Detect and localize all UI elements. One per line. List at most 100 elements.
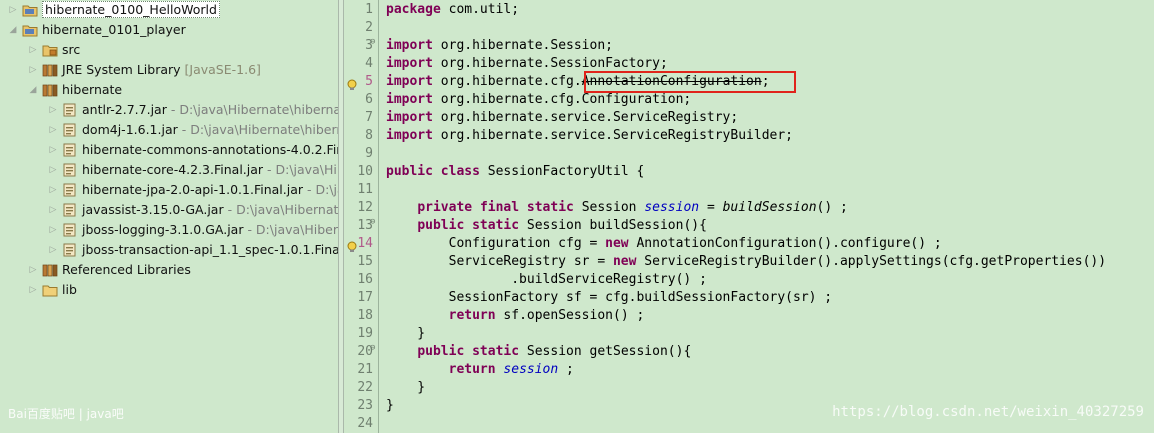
line-number: 17 (357, 290, 373, 305)
tree-item[interactable]: ◢ hibernate (0, 80, 338, 100)
tree-item[interactable]: ▷ jboss-transaction-api_1.1_spec-1.0.1.Fi… (0, 240, 338, 260)
collapsed-twisty-icon[interactable]: ▷ (48, 220, 58, 240)
line-number: 16 (357, 272, 373, 287)
code-line[interactable]: public class SessionFactoryUtil { (386, 163, 644, 181)
tree-item[interactable]: ▷ hibernate-commons-annotations-4.0.2.Fin… (0, 140, 338, 160)
collapsed-twisty-icon[interactable]: ▷ (48, 200, 58, 220)
code-line[interactable]: Configuration cfg = new AnnotationConfig… (386, 235, 942, 253)
tree-item[interactable]: ▷ dom4j-1.6.1.jar - D:\java\Hibernate\hib… (0, 120, 338, 140)
tree-item[interactable]: ▷ src (0, 40, 338, 60)
tree-item[interactable]: ▷ JRE System Library [JavaSE-1.6] (0, 60, 338, 80)
tree-item-label: hibernate_0101_player (42, 22, 186, 37)
tree-item[interactable]: ▷ hibernate_0100_HelloWorld (0, 0, 338, 20)
library-icon (42, 83, 58, 97)
code-line[interactable]: return session ; (386, 361, 574, 379)
collapsed-twisty-icon[interactable]: ▷ (48, 120, 58, 140)
line-number: 8 (365, 128, 373, 143)
tree-item-text: src (62, 40, 80, 60)
line-number: 2 (365, 20, 373, 35)
code-line[interactable]: public static Session getSession(){ (386, 343, 691, 361)
tree-item[interactable]: ▷ hibernate-core-4.2.3.Final.jar - D:\jav… (0, 160, 338, 180)
jar-path: - D:\java\Hibernate\hi (227, 202, 338, 217)
tree-item[interactable]: ▷ hibernate-jpa-2.0-api-1.0.1.Final.jar -… (0, 180, 338, 200)
collapsed-twisty-icon[interactable]: ▷ (28, 280, 38, 300)
code-line[interactable]: } (386, 397, 394, 415)
code-line[interactable]: private final static Session session = b… (386, 199, 848, 217)
code-token: sf.openSession() ; (495, 308, 645, 323)
code-token: } (386, 380, 426, 395)
code-field: session (503, 362, 559, 377)
code-line[interactable]: ServiceRegistry sr = new ServiceRegistry… (386, 253, 1106, 271)
code-line[interactable]: package com.util; (386, 1, 519, 19)
fold-toggle-icon[interactable]: ⊖ (370, 37, 375, 47)
tree-item-label: JRE System Library (62, 62, 181, 77)
code-token: ; (558, 362, 574, 377)
code-line[interactable]: } (386, 379, 425, 397)
tree-item-label: jboss-logging-3.1.0.GA.jar (82, 222, 244, 237)
warning-bulb-icon[interactable] (346, 76, 358, 90)
collapsed-twisty-icon[interactable]: ▷ (8, 0, 18, 20)
fold-toggle-icon[interactable]: ⊖ (370, 217, 375, 227)
code-line[interactable]: return sf.openSession() ; (386, 307, 645, 325)
annotation-highlight-box (584, 71, 796, 93)
code-token: com.util; (440, 2, 520, 17)
code-line[interactable]: SessionFactory sf = cfg.buildSessionFact… (386, 289, 833, 307)
code-token: org.hibernate.SessionFactory; (432, 56, 668, 71)
tree-item-label: hibernate (62, 82, 123, 97)
code-line[interactable]: import org.hibernate.cfg.Configuration; (386, 91, 691, 109)
code-token: AnnotationConfiguration().configure() ; (628, 236, 942, 251)
line-number: 11 (357, 182, 373, 197)
line-number: 20 (357, 344, 373, 359)
baidu-tieba-watermark: Bai百度贴吧 | java吧 (8, 407, 124, 421)
warning-bulb-icon[interactable] (346, 238, 358, 252)
tree-item[interactable]: ▷ Referenced Libraries (0, 260, 338, 280)
code-line[interactable]: import org.hibernate.service.ServiceRegi… (386, 127, 793, 145)
code-line[interactable]: .buildServiceRegistry() ; (386, 271, 707, 289)
tree-item[interactable]: ▷ lib (0, 280, 338, 300)
expanded-twisty-icon[interactable]: ◢ (8, 20, 18, 40)
code-keyword: public (417, 344, 465, 359)
code-line[interactable]: import org.hibernate.Session; (386, 37, 613, 55)
code-token: .buildServiceRegistry() ; (386, 272, 707, 287)
code-token: SessionFactory sf = cfg.buildSessionFact… (386, 290, 833, 305)
jar-path: - D:\java\Hibernat (247, 222, 338, 237)
tree-item-text: dom4j-1.6.1.jar - D:\java\Hibernate\hibe… (82, 120, 338, 140)
collapsed-twisty-icon[interactable]: ▷ (48, 100, 58, 120)
line-number: 6 (365, 92, 373, 107)
tree-item[interactable]: ◢ hibernate_0101_player (0, 20, 338, 40)
tree-item-text: hibernate-core-4.2.3.Final.jar - D:\java… (82, 160, 338, 180)
code-keyword: new (605, 236, 629, 251)
code-keyword: static (472, 218, 520, 233)
code-line[interactable]: import org.hibernate.service.ServiceRegi… (386, 109, 738, 127)
collapsed-twisty-icon[interactable]: ▷ (48, 180, 58, 200)
tree-item[interactable]: ▷ jboss-logging-3.1.0.GA.jar - D:\java\Hi… (0, 220, 338, 240)
collapsed-twisty-icon[interactable]: ▷ (48, 240, 58, 260)
tree-item-label: hibernate-commons-annotations-4.0.2.Fina… (82, 142, 338, 157)
code-token: Session getSession(){ (519, 344, 692, 359)
jar-icon (62, 183, 78, 197)
jar-path: - D:\java\Hibernate\hibernate (181, 122, 338, 137)
code-editor[interactable]: package com.util; import org.hibernate.Se… (386, 0, 1154, 433)
tree-item[interactable]: ▷ antlr-2.7.7.jar - D:\java\Hibernate\hib… (0, 100, 338, 120)
tree-item-label: dom4j-1.6.1.jar (82, 122, 178, 137)
expanded-twisty-icon[interactable]: ◢ (28, 80, 38, 100)
code-token: org.hibernate.cfg.Configuration; (432, 92, 692, 107)
code-keyword: new (612, 254, 637, 269)
collapsed-twisty-icon[interactable]: ▷ (28, 40, 38, 60)
collapsed-twisty-icon[interactable]: ▷ (28, 60, 38, 80)
fold-toggle-icon[interactable]: ⊖ (370, 343, 375, 353)
code-token: buildSession (722, 200, 817, 215)
collapsed-twisty-icon[interactable]: ▷ (28, 260, 38, 280)
code-line[interactable]: public static Session buildSession(){ (386, 217, 707, 235)
line-number: 22 (357, 380, 373, 395)
tree-item-label: jboss-transaction-api_1.1_spec-1.0.1.Fin… (82, 242, 338, 257)
collapsed-twisty-icon[interactable]: ▷ (48, 140, 58, 160)
tree-item-label: hibernate-core-4.2.3.Final.jar (82, 162, 264, 177)
collapsed-twisty-icon[interactable]: ▷ (48, 160, 58, 180)
tree-item[interactable]: ▷ javassist-3.15.0-GA.jar - D:\java\Hiber… (0, 200, 338, 220)
code-line[interactable]: } (386, 325, 425, 343)
